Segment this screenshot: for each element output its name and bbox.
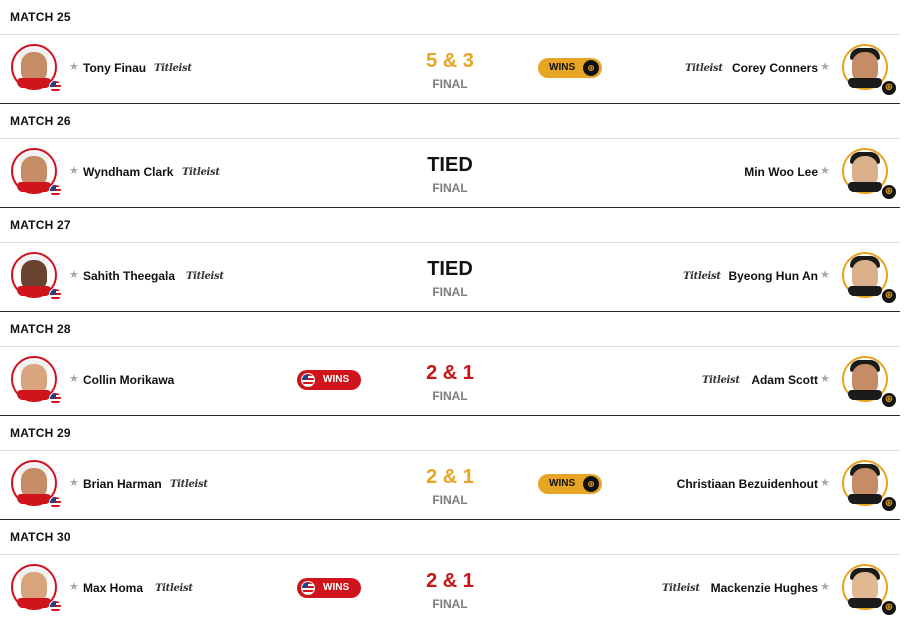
usa-flag-icon — [49, 184, 62, 197]
usa-sponsor-logo: Titleist — [155, 583, 193, 594]
match-title: MATCH 25 — [10, 10, 71, 24]
match-title: MATCH 28 — [10, 322, 71, 336]
match-list: MATCH 25 ★ Tony Finau Titleist 5 & 3 FIN… — [0, 0, 906, 624]
match-header: MATCH 27 — [0, 208, 900, 243]
match-row[interactable]: ★ Wyndham Clark Titleist TIED FINAL Min … — [0, 139, 900, 208]
match-row[interactable]: ★ Collin Morikawa WINS 2 & 1 FINAL Title… — [0, 347, 900, 416]
match-header: MATCH 26 — [0, 104, 900, 139]
match-score: 2 & 1 — [426, 362, 474, 384]
intl-sponsor-logo: Titleist — [685, 63, 723, 74]
usa-wins-badge: WINS — [297, 370, 361, 390]
match-block: MATCH 29 ★ Brian Harman Titleist 2 & 1 F… — [0, 416, 906, 520]
match-status: FINAL — [432, 77, 468, 91]
intl-wins-badge: WINS ⊕ — [538, 58, 602, 78]
intl-player-name[interactable]: Min Woo Lee — [744, 165, 818, 179]
intl-player-name[interactable]: Mackenzie Hughes — [711, 581, 818, 595]
match-status: FINAL — [432, 493, 468, 507]
intl-sponsor-logo: Titleist — [683, 271, 721, 282]
usa-flag-icon — [49, 80, 62, 93]
wins-label: WINS — [549, 478, 576, 489]
star-icon[interactable]: ★ — [820, 60, 830, 74]
presidents-cup-emblem-icon: ⊕ — [583, 60, 599, 76]
presidents-cup-emblem-icon: ⊕ — [881, 184, 897, 200]
star-icon[interactable]: ★ — [69, 60, 79, 74]
presidents-cup-emblem-icon: ⊕ — [881, 600, 897, 616]
match-row[interactable]: ★ Max Homa Titleist WINS 2 & 1 FINAL Tit… — [0, 555, 900, 623]
usa-wins-badge: WINS — [297, 578, 361, 598]
match-block: MATCH 28 ★ Collin Morikawa WINS 2 & 1 FI… — [0, 312, 906, 416]
usa-sponsor-logo: Titleist — [186, 271, 224, 282]
star-icon[interactable]: ★ — [69, 268, 79, 282]
match-title: MATCH 26 — [10, 114, 71, 128]
match-title: MATCH 30 — [10, 530, 71, 544]
usa-flag-icon — [49, 600, 62, 613]
star-icon[interactable]: ★ — [69, 372, 79, 386]
usa-sponsor-logo: Titleist — [170, 479, 208, 490]
star-icon[interactable]: ★ — [820, 580, 830, 594]
intl-player-name[interactable]: Adam Scott — [751, 373, 818, 387]
usa-flag-icon — [301, 373, 315, 387]
match-row[interactable]: ★ Sahith Theegala Titleist TIED FINAL Ti… — [0, 243, 900, 312]
usa-player-name[interactable]: Sahith Theegala — [83, 269, 175, 283]
match-block: MATCH 26 ★ Wyndham Clark Titleist TIED F… — [0, 104, 906, 208]
star-icon[interactable]: ★ — [69, 580, 79, 594]
presidents-cup-emblem-icon: ⊕ — [881, 288, 897, 304]
star-icon[interactable]: ★ — [820, 268, 830, 282]
match-status: FINAL — [432, 597, 468, 611]
match-header: MATCH 28 — [0, 312, 900, 347]
usa-flag-icon — [49, 392, 62, 405]
match-score: 2 & 1 — [426, 570, 474, 592]
match-row[interactable]: ★ Tony Finau Titleist 5 & 3 FINAL WINS ⊕ … — [0, 35, 900, 104]
match-block: MATCH 30 ★ Max Homa Titleist WINS 2 & 1 … — [0, 520, 906, 624]
usa-player-name[interactable]: Collin Morikawa — [83, 373, 174, 387]
star-icon[interactable]: ★ — [820, 476, 830, 490]
intl-player-name[interactable]: Corey Conners — [732, 61, 818, 75]
star-icon[interactable]: ★ — [820, 164, 830, 178]
usa-player-name[interactable]: Brian Harman — [83, 477, 162, 491]
star-icon[interactable]: ★ — [69, 476, 79, 490]
usa-sponsor-logo: Titleist — [182, 167, 220, 178]
usa-player-name[interactable]: Tony Finau — [83, 61, 146, 75]
match-block: MATCH 27 ★ Sahith Theegala Titleist TIED… — [0, 208, 906, 312]
match-title: MATCH 29 — [10, 426, 71, 440]
match-header: MATCH 29 — [0, 416, 900, 451]
match-title: MATCH 27 — [10, 218, 71, 232]
match-header: MATCH 30 — [0, 520, 900, 555]
usa-flag-icon — [49, 496, 62, 509]
match-score: TIED — [427, 154, 473, 176]
match-row[interactable]: ★ Brian Harman Titleist 2 & 1 FINAL WINS… — [0, 451, 900, 520]
star-icon[interactable]: ★ — [69, 164, 79, 178]
wins-label: WINS — [323, 374, 350, 385]
match-block: MATCH 25 ★ Tony Finau Titleist 5 & 3 FIN… — [0, 0, 906, 104]
match-header: MATCH 25 — [0, 0, 900, 35]
intl-player-name[interactable]: Byeong Hun An — [728, 269, 818, 283]
presidents-cup-emblem-icon: ⊕ — [881, 392, 897, 408]
intl-player-name[interactable]: Christiaan Bezuidenhout — [677, 477, 818, 491]
star-icon[interactable]: ★ — [820, 372, 830, 386]
usa-sponsor-logo: Titleist — [154, 63, 192, 74]
wins-label: WINS — [323, 582, 350, 593]
match-score: 2 & 1 — [426, 466, 474, 488]
usa-flag-icon — [49, 288, 62, 301]
usa-flag-icon — [301, 581, 315, 595]
presidents-cup-emblem-icon: ⊕ — [881, 80, 897, 96]
intl-sponsor-logo: Titleist — [702, 375, 740, 386]
presidents-cup-emblem-icon: ⊕ — [583, 476, 599, 492]
match-status: FINAL — [432, 181, 468, 195]
wins-label: WINS — [549, 62, 576, 73]
match-score: TIED — [427, 258, 473, 280]
intl-sponsor-logo: Titleist — [662, 583, 700, 594]
intl-wins-badge: WINS ⊕ — [538, 474, 602, 494]
usa-player-name[interactable]: Max Homa — [83, 581, 143, 595]
match-status: FINAL — [432, 285, 468, 299]
presidents-cup-emblem-icon: ⊕ — [881, 496, 897, 512]
match-score: 5 & 3 — [426, 50, 474, 72]
usa-player-name[interactable]: Wyndham Clark — [83, 165, 173, 179]
match-status: FINAL — [432, 389, 468, 403]
